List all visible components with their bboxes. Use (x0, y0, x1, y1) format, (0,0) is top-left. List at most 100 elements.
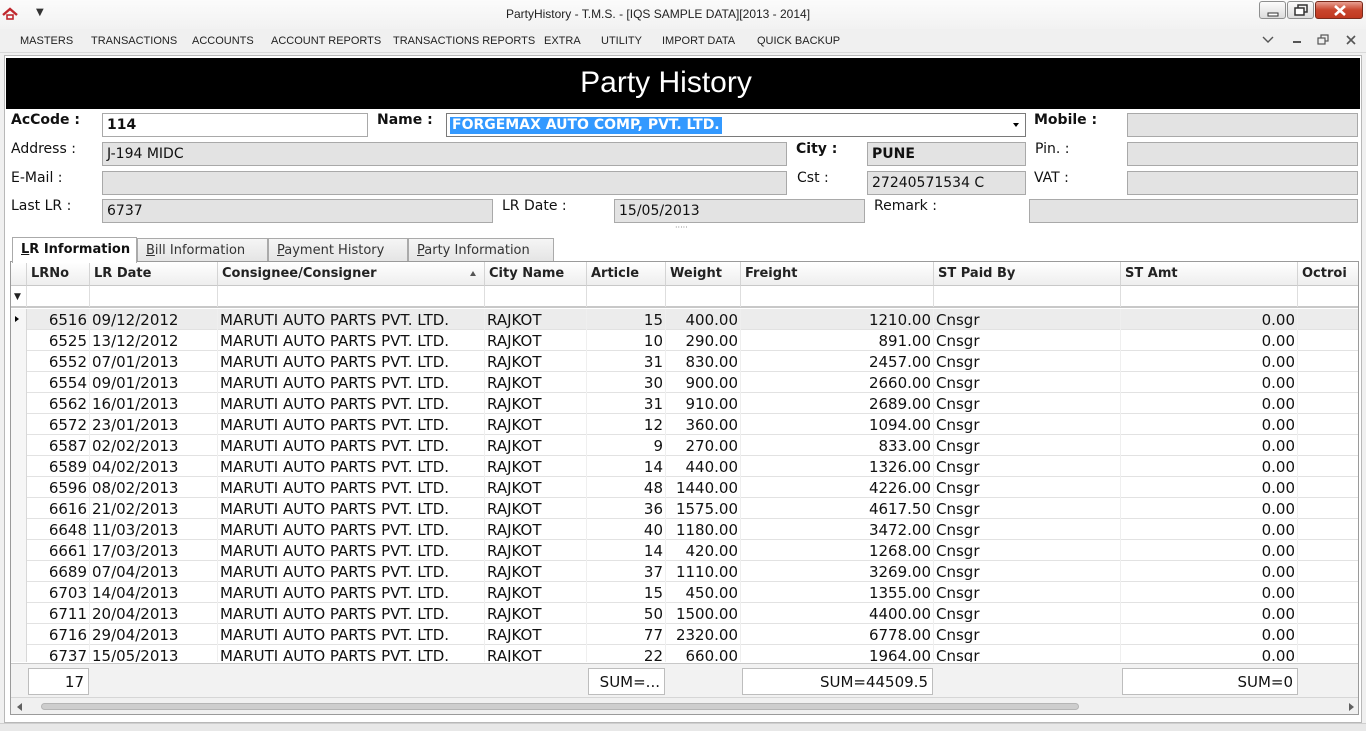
cell-consignee[interactable]: MARUTI AUTO PARTS PVT. LTD. (218, 456, 485, 477)
cell-st-amt[interactable]: 0.00 (1121, 477, 1298, 498)
filter-cell[interactable] (666, 286, 741, 307)
cell-st-paid-by[interactable]: Cnsgr (934, 414, 1121, 435)
row-selector[interactable] (11, 561, 27, 582)
cell-octroi[interactable] (1298, 645, 1358, 662)
cell-article[interactable]: 12 (587, 414, 666, 435)
cell-lr-date[interactable]: 14/04/2013 (90, 582, 218, 603)
cell-city-name[interactable]: RAJKOT (485, 582, 587, 603)
cell-consignee[interactable]: MARUTI AUTO PARTS PVT. LTD. (218, 561, 485, 582)
cell-st-amt[interactable]: 0.00 (1121, 603, 1298, 624)
row-selector[interactable] (11, 624, 27, 645)
row-selector[interactable] (11, 477, 27, 498)
row-selector[interactable] (11, 309, 27, 330)
cell-st-paid-by[interactable]: Cnsgr (934, 477, 1121, 498)
cell-lrno[interactable]: 6737 (27, 645, 90, 662)
cell-weight[interactable]: 360.00 (666, 414, 741, 435)
last-lr-field[interactable]: 6737 (102, 199, 493, 223)
cell-article[interactable]: 15 (587, 309, 666, 330)
tab-payment-history[interactable]: Payment History (268, 238, 408, 262)
cell-octroi[interactable] (1298, 582, 1358, 603)
col-header-city-name[interactable]: City Name (485, 262, 587, 286)
cell-st-paid-by[interactable]: Cnsgr (934, 456, 1121, 477)
cell-lrno[interactable]: 6587 (27, 435, 90, 456)
tab-lr-information[interactable]: LR Information (12, 237, 137, 263)
row-selector[interactable] (11, 498, 27, 519)
cell-st-paid-by[interactable]: Cnsgr (934, 330, 1121, 351)
cell-consignee[interactable]: MARUTI AUTO PARTS PVT. LTD. (218, 477, 485, 498)
pin-field[interactable] (1127, 142, 1358, 166)
cell-city-name[interactable]: RAJKOT (485, 393, 587, 414)
chevron-down-icon[interactable] (1261, 34, 1275, 46)
cell-consignee[interactable]: MARUTI AUTO PARTS PVT. LTD. (218, 582, 485, 603)
cell-st-amt[interactable]: 0.00 (1121, 435, 1298, 456)
menu-transactions-reports[interactable]: TRANSACTIONS REPORTS (393, 35, 535, 47)
cell-lrno[interactable]: 6616 (27, 498, 90, 519)
cell-article[interactable]: 30 (587, 372, 666, 393)
cell-article[interactable]: 40 (587, 519, 666, 540)
filter-cell[interactable] (1298, 286, 1358, 307)
cell-octroi[interactable] (1298, 309, 1358, 330)
table-row[interactable]: 6516 09/12/2012 MARUTI AUTO PARTS PVT. LTD… (11, 309, 1358, 330)
cell-st-amt[interactable]: 0.00 (1121, 582, 1298, 603)
cell-freight[interactable]: 1094.00 (741, 414, 934, 435)
cell-article[interactable]: 22 (587, 645, 666, 662)
cell-lr-date[interactable]: 15/05/2013 (90, 645, 218, 662)
cell-st-paid-by[interactable]: Cnsgr (934, 351, 1121, 372)
menu-account-reports[interactable]: ACCOUNT REPORTS (271, 35, 381, 47)
mobile-field[interactable] (1127, 113, 1358, 137)
cell-octroi[interactable] (1298, 603, 1358, 624)
cell-st-amt[interactable]: 0.00 (1121, 330, 1298, 351)
row-selector[interactable] (11, 519, 27, 540)
cell-freight[interactable]: 6778.00 (741, 624, 934, 645)
cell-freight[interactable]: 1210.00 (741, 309, 934, 330)
cell-lr-date[interactable]: 08/02/2013 (90, 477, 218, 498)
filter-cell[interactable] (934, 286, 1121, 307)
cell-st-amt[interactable]: 0.00 (1121, 645, 1298, 662)
table-row[interactable]: 6562 16/01/2013 MARUTI AUTO PARTS PVT. LTD… (11, 393, 1358, 414)
cell-freight[interactable]: 3472.00 (741, 519, 934, 540)
cell-consignee[interactable]: MARUTI AUTO PARTS PVT. LTD. (218, 624, 485, 645)
mdi-close-icon[interactable] (1344, 34, 1358, 46)
cell-article[interactable]: 50 (587, 603, 666, 624)
city-field[interactable]: PUNE (867, 142, 1026, 166)
row-selector[interactable] (11, 582, 27, 603)
table-row[interactable]: 6616 21/02/2013 MARUTI AUTO PARTS PVT. LTD… (11, 498, 1358, 519)
cell-st-paid-by[interactable]: Cnsgr (934, 435, 1121, 456)
cell-lrno[interactable]: 6661 (27, 540, 90, 561)
cell-weight[interactable]: 400.00 (666, 309, 741, 330)
cell-weight[interactable]: 2320.00 (666, 624, 741, 645)
cell-freight[interactable]: 4400.00 (741, 603, 934, 624)
cell-freight[interactable]: 1355.00 (741, 582, 934, 603)
lr-date-field[interactable]: 15/05/2013 (614, 199, 865, 223)
cell-lr-date[interactable]: 21/02/2013 (90, 498, 218, 519)
cell-st-amt[interactable]: 0.00 (1121, 414, 1298, 435)
splitter-grip[interactable]: ····· (675, 224, 688, 232)
vat-field[interactable] (1127, 171, 1358, 195)
cell-lr-date[interactable]: 11/03/2013 (90, 519, 218, 540)
cell-st-amt[interactable]: 0.00 (1121, 309, 1298, 330)
cell-lr-date[interactable]: 07/01/2013 (90, 351, 218, 372)
row-selector[interactable] (11, 645, 27, 662)
cell-lr-date[interactable]: 07/04/2013 (90, 561, 218, 582)
cell-st-paid-by[interactable]: Cnsgr (934, 561, 1121, 582)
col-header-freight[interactable]: Freight (741, 262, 934, 286)
cell-city-name[interactable]: RAJKOT (485, 498, 587, 519)
cell-lr-date[interactable]: 20/04/2013 (90, 603, 218, 624)
cell-lr-date[interactable]: 16/01/2013 (90, 393, 218, 414)
menu-transactions[interactable]: TRANSACTIONS (91, 35, 177, 47)
cell-lrno[interactable]: 6711 (27, 603, 90, 624)
cell-lrno[interactable]: 6589 (27, 456, 90, 477)
table-row[interactable]: 6716 29/04/2013 MARUTI AUTO PARTS PVT. LTD… (11, 624, 1358, 645)
row-selector[interactable] (11, 414, 27, 435)
cell-city-name[interactable]: RAJKOT (485, 351, 587, 372)
horizontal-scrollbar[interactable] (11, 697, 1358, 714)
table-row[interactable]: 6703 14/04/2013 MARUTI AUTO PARTS PVT. LTD… (11, 582, 1358, 603)
menu-masters[interactable]: MASTERS (20, 35, 73, 47)
cell-lr-date[interactable]: 29/04/2013 (90, 624, 218, 645)
scroll-left-icon[interactable] (17, 703, 22, 711)
cell-st-paid-by[interactable]: Cnsgr (934, 519, 1121, 540)
scrollbar-thumb[interactable] (41, 703, 1079, 710)
cell-st-amt[interactable]: 0.00 (1121, 561, 1298, 582)
cell-city-name[interactable]: RAJKOT (485, 477, 587, 498)
cell-lrno[interactable]: 6716 (27, 624, 90, 645)
